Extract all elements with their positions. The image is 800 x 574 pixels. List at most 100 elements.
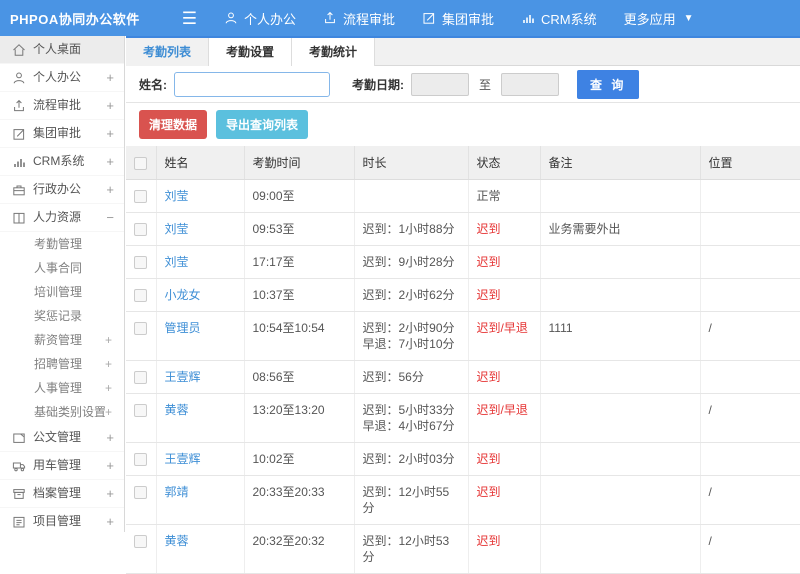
expand-toggle-icon[interactable]: +: [106, 176, 114, 203]
sidebar-subitem-人事合同[interactable]: 人事合同: [0, 256, 124, 280]
employee-name-link[interactable]: 郭靖: [165, 485, 189, 499]
table-row: 刘莹 09:00至 正常: [126, 179, 800, 213]
select-all-checkbox[interactable]: [134, 156, 148, 170]
remark: [540, 179, 701, 213]
expand-toggle-icon[interactable]: +: [106, 452, 114, 479]
expand-toggle-icon[interactable]: +: [106, 480, 114, 507]
sidebar-item-公文管理[interactable]: 公文管理 +: [0, 424, 124, 452]
location: [700, 212, 800, 246]
attendance-time: 09:00至: [244, 179, 355, 213]
sidebar-item-人力资源[interactable]: 人力资源 −: [0, 204, 124, 232]
expand-toggle-icon[interactable]: +: [106, 64, 114, 91]
date-to-input[interactable]: [501, 72, 560, 96]
employee-name-link[interactable]: 管理员: [165, 321, 201, 335]
attendance-time: 08:56至: [244, 360, 355, 394]
sidebar-item-项目管理[interactable]: 项目管理 +: [0, 508, 124, 532]
table-header-row: 姓名 考勤时间 时长 状态 备注 位置: [126, 146, 800, 180]
col-remark: 备注: [540, 146, 701, 180]
row-checkbox[interactable]: [134, 289, 148, 303]
query-button[interactable]: 查 询: [577, 69, 640, 99]
employee-name-link[interactable]: 黄蓉: [165, 534, 189, 548]
status-badge: 迟到: [468, 278, 541, 312]
clean-data-button[interactable]: 清理数据: [139, 110, 208, 139]
expand-toggle-icon[interactable]: +: [106, 508, 114, 532]
attendance-time: 10:54至10:54: [244, 311, 355, 361]
chart-icon: [12, 155, 26, 169]
flow-icon: [323, 11, 337, 25]
sidebar-item-用车管理[interactable]: 用车管理 +: [0, 452, 124, 480]
sidebar-item-档案管理[interactable]: 档案管理 +: [0, 480, 124, 508]
sidebar-subitem-薪资管理[interactable]: 薪资管理 +: [0, 328, 124, 352]
expand-toggle-icon[interactable]: +: [105, 400, 112, 424]
row-checkbox[interactable]: [134, 535, 148, 549]
doc-icon: [12, 431, 26, 445]
export-list-button[interactable]: 导出查询列表: [216, 110, 309, 139]
sidebar-item-流程审批[interactable]: 流程审批 +: [0, 92, 124, 120]
edit-icon: [12, 127, 26, 141]
expand-toggle-icon[interactable]: +: [106, 92, 114, 119]
expand-toggle-icon[interactable]: +: [106, 424, 114, 451]
expand-toggle-icon[interactable]: +: [105, 376, 112, 400]
sidebar-item-CRM系统[interactable]: CRM系统 +: [0, 148, 124, 176]
employee-name-link[interactable]: 黄蓉: [165, 403, 189, 417]
attendance-time: 10:02至: [244, 442, 355, 476]
sidebar-item-集团审批[interactable]: 集团审批 +: [0, 120, 124, 148]
tab-考勤统计[interactable]: 考勤统计: [292, 38, 376, 66]
top-menu-item-更多应用[interactable]: 更多应用 ▼: [624, 9, 694, 28]
row-checkbox[interactable]: [134, 453, 148, 467]
location: /: [700, 475, 800, 525]
hamburger-menu-icon[interactable]: ☰: [182, 10, 197, 27]
expand-toggle-icon[interactable]: −: [106, 204, 114, 231]
sidebar-subitem-招聘管理[interactable]: 招聘管理 +: [0, 352, 124, 376]
row-checkbox[interactable]: [134, 486, 148, 500]
attendance-table: 姓名 考勤时间 时长 状态 备注 位置 刘莹 09:00至 正常 刘莹 09:5…: [126, 146, 800, 574]
sidebar-subitem-奖惩记录[interactable]: 奖惩记录: [0, 304, 124, 328]
expand-toggle-icon[interactable]: +: [106, 148, 114, 175]
sidebar-item-个人办公[interactable]: 个人办公 +: [0, 64, 124, 92]
expand-toggle-icon[interactable]: +: [105, 328, 112, 352]
sidebar-item-个人桌面[interactable]: 个人桌面: [0, 36, 124, 64]
row-checkbox[interactable]: [134, 404, 148, 418]
col-name: 姓名: [156, 146, 245, 180]
sidebar-subitem-考勤管理[interactable]: 考勤管理: [0, 232, 124, 256]
employee-name-link[interactable]: 刘莹: [165, 255, 189, 269]
date-from-input[interactable]: [411, 72, 469, 96]
top-menu-item-个人办公[interactable]: 个人办公: [224, 9, 296, 28]
row-checkbox[interactable]: [134, 190, 148, 204]
row-checkbox[interactable]: [134, 256, 148, 270]
employee-name-link[interactable]: 王壹辉: [165, 452, 201, 466]
col-status: 状态: [468, 146, 541, 180]
tab-考勤设置[interactable]: 考勤设置: [209, 38, 293, 66]
sidebar-item-行政办公[interactable]: 行政办公 +: [0, 176, 124, 204]
status-badge: 迟到: [468, 245, 541, 279]
employee-name-link[interactable]: 小龙女: [165, 288, 201, 302]
expand-toggle-icon[interactable]: +: [106, 120, 114, 147]
project-icon: [12, 515, 26, 529]
main-content: 考勤列表 考勤设置 考勤统计 姓名: 考勤日期: 至 查 询 清理数据 导出查询…: [126, 36, 800, 574]
row-checkbox[interactable]: [134, 322, 148, 336]
duration: 迟到：9小时28分: [354, 245, 469, 279]
top-menu-item-集团审批[interactable]: 集团审批: [422, 9, 494, 28]
sidebar-subitem-人事管理[interactable]: 人事管理 +: [0, 376, 124, 400]
employee-name-link[interactable]: 刘莹: [165, 189, 189, 203]
col-location: 位置: [700, 146, 800, 180]
top-menu-item-CRM系统[interactable]: CRM系统: [521, 9, 597, 28]
employee-name-link[interactable]: 刘莹: [165, 222, 189, 236]
sidebar-subitem-基础类别设置[interactable]: 基础类别设置 +: [0, 400, 124, 424]
remark: [540, 442, 701, 476]
name-input[interactable]: [174, 71, 330, 97]
row-checkbox[interactable]: [134, 223, 148, 237]
table-row: 小龙女 10:37至 迟到：2小时62分 迟到: [126, 278, 800, 312]
expand-toggle-icon[interactable]: +: [105, 352, 112, 376]
employee-name-link[interactable]: 王壹辉: [165, 370, 201, 384]
row-checkbox[interactable]: [134, 371, 148, 385]
sidebar-subitem-培训管理[interactable]: 培训管理: [0, 280, 124, 304]
duration: 迟到：2小时90分 早退：7小时10分: [354, 311, 469, 361]
remark: 业务需要外出: [540, 212, 701, 246]
tab-考勤列表[interactable]: 考勤列表: [126, 38, 210, 66]
remark: [540, 245, 701, 279]
top-menu-item-流程审批[interactable]: 流程审批: [323, 9, 395, 28]
duration: 迟到：56分: [354, 360, 469, 394]
app-logo: PHPOA协同办公软件: [10, 11, 140, 27]
table-row: 黄蓉 13:20至13:20 迟到：5小时33分 早退：4小时67分 迟到/早退 …: [126, 393, 800, 443]
